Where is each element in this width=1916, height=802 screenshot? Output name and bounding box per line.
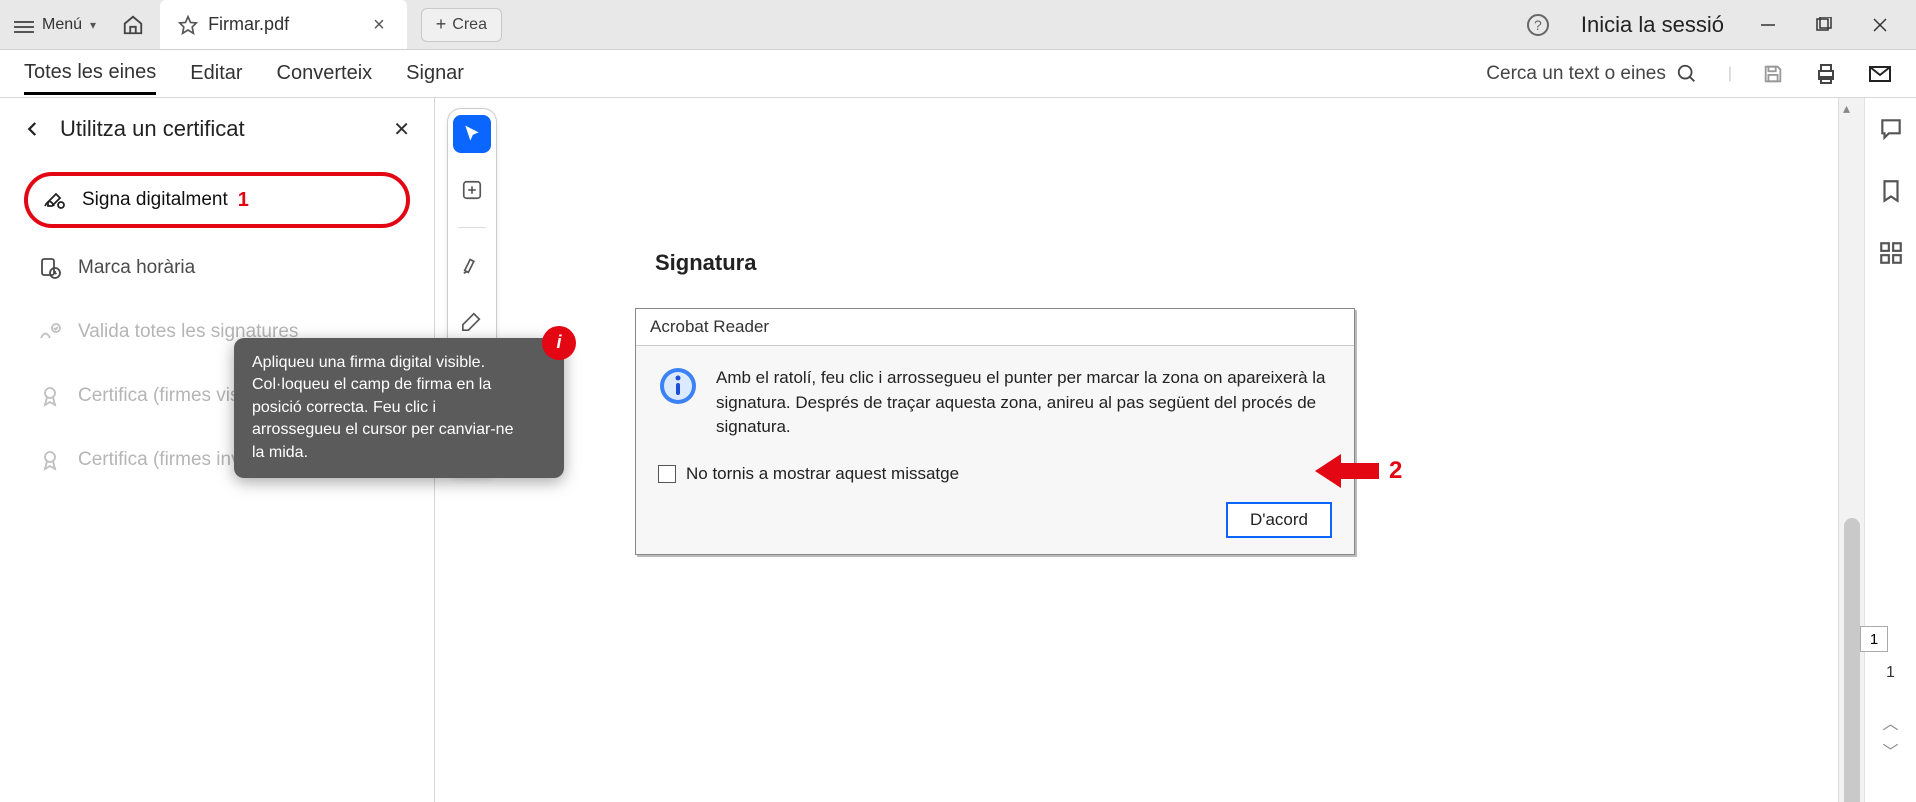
- sticky-note-plus-icon: [461, 179, 483, 201]
- menu-label: Menú: [42, 16, 82, 34]
- help-button[interactable]: ?: [1527, 14, 1549, 36]
- select-tool[interactable]: [453, 115, 491, 153]
- dialog-checkbox[interactable]: No tornis a mostrar aquest missatge: [658, 464, 1332, 484]
- highlight-tool[interactable]: [453, 246, 491, 284]
- arrow-left-icon: [1315, 452, 1379, 490]
- dialog-acrobat-reader: Acrobat Reader Amb el ratolí, feu clic i…: [635, 308, 1355, 555]
- sidebar-item-digitally-sign[interactable]: Signa digitalment 1: [24, 172, 410, 228]
- window-maximize[interactable]: [1812, 13, 1836, 37]
- checkbox-icon: [658, 465, 676, 483]
- home-icon: [122, 14, 144, 36]
- tab-close[interactable]: ×: [369, 15, 389, 35]
- window-minimize[interactable]: [1756, 13, 1780, 37]
- search-icon: [1676, 63, 1698, 85]
- left-panel: Utilitza un certificat ✕ Signa digitalme…: [0, 98, 435, 802]
- tools-toolbar: Totes les eines Editar Converteix Signar…: [0, 50, 1916, 98]
- sidebar-item-label: Signa digitalment: [82, 189, 228, 211]
- page-nav: ︿ ﹀: [1882, 710, 1898, 762]
- left-panel-title: Utilitza un certificat: [60, 116, 375, 142]
- info-badge-icon: i: [542, 326, 576, 360]
- document-tab[interactable]: Firmar.pdf ×: [160, 0, 407, 49]
- search-placeholder: Cerca un text o eines: [1486, 63, 1666, 85]
- sidebar-item-timestamp[interactable]: Marca horària: [24, 244, 410, 292]
- menu-button[interactable]: Menú ▾: [0, 0, 110, 49]
- tooltip-text: Apliqueu una firma digital visible. Col·…: [252, 354, 513, 461]
- search-input[interactable]: Cerca un text o eines: [1486, 63, 1698, 85]
- share-button[interactable]: [1868, 62, 1892, 86]
- minimize-icon: [1760, 17, 1776, 33]
- separator: |: [1728, 65, 1732, 83]
- body: Utilitza un certificat ✕ Signa digitalme…: [0, 98, 1916, 802]
- add-note-tool[interactable]: [453, 171, 491, 209]
- dialog-body-text: Amb el ratolí, feu clic i arrossegueu el…: [716, 366, 1332, 440]
- home-button[interactable]: [110, 0, 156, 49]
- scrollbar[interactable]: ▴: [1838, 98, 1864, 802]
- titlebar-right: ? Inicia la sessió: [1527, 0, 1916, 49]
- chevron-down-icon: ▾: [90, 18, 96, 32]
- page-total: 1: [1886, 664, 1895, 682]
- save-button[interactable]: [1762, 63, 1784, 85]
- info-badge-label: i: [556, 330, 561, 355]
- toolbar-right: Cerca un text o eines |: [1486, 50, 1892, 97]
- thumbnails-panel-button[interactable]: [1878, 240, 1904, 266]
- chevron-left-icon: [24, 120, 42, 138]
- document-area[interactable]: A Signatura Acrobat Reader Amb el ratolí…: [435, 98, 1838, 802]
- plus-icon: +: [436, 14, 447, 35]
- timestamp-icon: [38, 256, 62, 280]
- tab-sign[interactable]: Signar: [406, 54, 464, 93]
- close-icon: [1872, 17, 1888, 33]
- titlebar: Menú ▾ Firmar.pdf × + Crea ? Inicia la s…: [0, 0, 1916, 50]
- right-rail: 1 1 ︿ ﹀: [1864, 98, 1916, 802]
- bookmark-panel-button[interactable]: [1878, 178, 1904, 204]
- annotation-2-number: 2: [1389, 457, 1402, 485]
- tab-convert[interactable]: Converteix: [277, 54, 373, 93]
- page-current-input[interactable]: 1: [1860, 626, 1888, 652]
- info-icon: [658, 366, 698, 406]
- speech-bubble-icon: [1878, 116, 1904, 142]
- create-label: Crea: [452, 16, 487, 34]
- annotation-1: 1: [238, 189, 249, 212]
- grid-icon: [1878, 240, 1904, 266]
- scroll-thumb[interactable]: [1844, 518, 1860, 802]
- star-icon: [178, 15, 198, 35]
- pen-certificate-icon: [42, 188, 66, 212]
- document-heading: Signatura: [655, 250, 756, 276]
- print-button[interactable]: [1814, 62, 1838, 86]
- page-down-button[interactable]: ﹀: [1882, 738, 1898, 762]
- maximize-icon: [1816, 17, 1832, 33]
- dialog-ok-button[interactable]: D'acord: [1226, 502, 1332, 538]
- ribbon-icon: [38, 384, 62, 408]
- sidebar-item-label: Marca horària: [78, 257, 195, 279]
- ribbon-outline-icon: [38, 448, 62, 472]
- hamburger-icon: [14, 18, 34, 32]
- tooltip: Apliqueu una firma digital visible. Col·…: [234, 338, 564, 478]
- page-up-button[interactable]: ︿: [1882, 710, 1898, 734]
- pencil-icon: [461, 310, 483, 332]
- window-close[interactable]: [1868, 13, 1892, 37]
- comment-panel-button[interactable]: [1878, 116, 1904, 142]
- dialog-title: Acrobat Reader: [636, 309, 1354, 346]
- tab-all-tools[interactable]: Totes les eines: [24, 53, 156, 95]
- validate-icon: [38, 320, 62, 344]
- print-icon: [1814, 62, 1838, 86]
- left-panel-close[interactable]: ✕: [393, 117, 410, 142]
- separator: [458, 227, 486, 228]
- tab-edit[interactable]: Editar: [190, 54, 242, 93]
- draw-tool[interactable]: [453, 302, 491, 340]
- help-icon: ?: [1534, 17, 1542, 33]
- cursor-icon: [462, 124, 482, 144]
- sign-in-link[interactable]: Inicia la sessió: [1581, 12, 1724, 38]
- create-button[interactable]: + Crea: [421, 8, 502, 42]
- bookmark-icon: [1878, 178, 1904, 204]
- mail-icon: [1868, 62, 1892, 86]
- checkbox-label: No tornis a mostrar aquest missatge: [686, 464, 959, 484]
- left-panel-header: Utilitza un certificat ✕: [24, 116, 410, 142]
- back-button[interactable]: [24, 120, 42, 138]
- annotation-arrow-2: 2: [1315, 452, 1402, 490]
- save-icon: [1762, 63, 1784, 85]
- tab-title: Firmar.pdf: [208, 14, 289, 35]
- scroll-up-icon[interactable]: ▴: [1843, 100, 1850, 117]
- highlight-icon: [461, 254, 483, 276]
